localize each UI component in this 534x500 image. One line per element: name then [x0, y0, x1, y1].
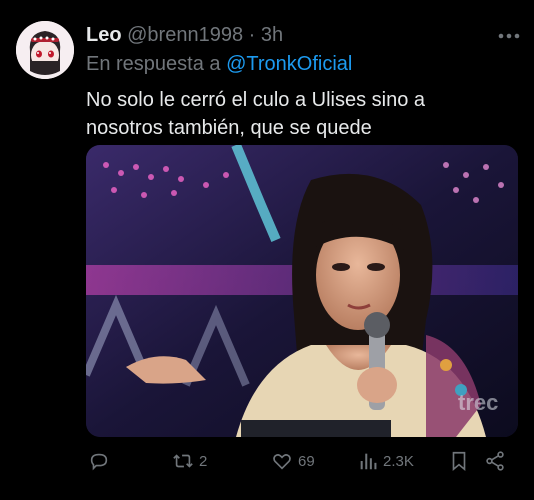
views-button[interactable]: 2.3K: [358, 446, 414, 476]
retweet-button[interactable]: 2: [172, 446, 207, 476]
avatar[interactable]: [16, 21, 74, 79]
reply-icon: [90, 453, 108, 471]
share-button[interactable]: [484, 446, 506, 476]
tv-still-image: trec: [86, 145, 518, 437]
more-button[interactable]: [498, 26, 520, 46]
avatar-image: [16, 21, 74, 79]
retweet-icon: [173, 454, 193, 468]
tweet-actions: 2 69 2.3K: [86, 446, 520, 476]
view-count: 2.3K: [383, 452, 414, 470]
tv-watermark: trec: [458, 390, 498, 415]
reply-prefix: En respuesta a: [86, 53, 221, 75]
separator-dot: ·: [248, 24, 256, 46]
reply-context: En respuesta a @TronkOficial: [86, 51, 352, 77]
user-handle[interactable]: @brenn1998: [127, 24, 243, 46]
bookmark-icon: [452, 451, 466, 472]
reply-button[interactable]: [88, 446, 115, 476]
like-button[interactable]: 69: [271, 446, 315, 476]
timestamp[interactable]: 3h: [261, 24, 283, 46]
heart-icon: [273, 454, 291, 470]
more-icon: [498, 33, 520, 39]
display-name[interactable]: Leo: [86, 24, 122, 46]
tweet-header: Leo @brenn1998 · 3h: [86, 22, 283, 48]
tweet-media-image[interactable]: trec: [86, 145, 518, 437]
reply-mention-link[interactable]: @TronkOficial: [226, 53, 352, 75]
share-icon: [486, 451, 504, 471]
views-icon: [360, 453, 377, 470]
like-count: 69: [298, 452, 315, 470]
bookmark-button[interactable]: [448, 446, 470, 476]
tweet-text: No solo le cerró el culo a Ulises sino a…: [86, 89, 426, 139]
retweet-count: 2: [199, 452, 208, 470]
